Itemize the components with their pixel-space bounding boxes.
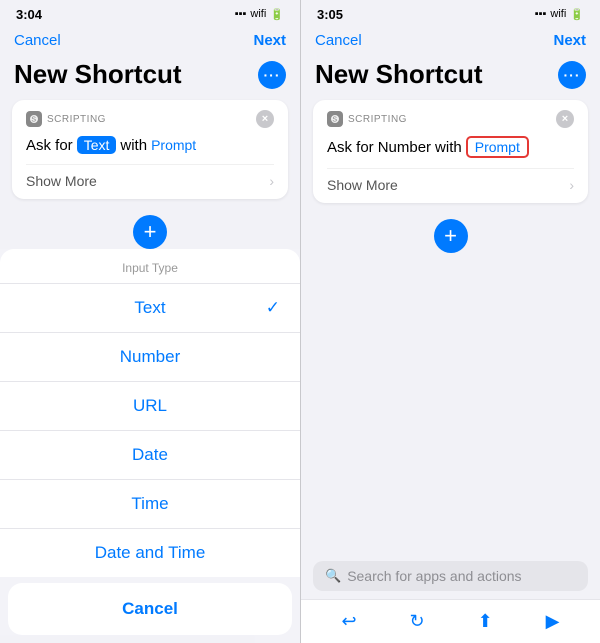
right-show-more-row[interactable]: Show More › <box>327 168 574 193</box>
left-text-tag[interactable]: Text <box>77 136 117 154</box>
right-status-bar: 3:05 ▪▪▪ wifi 🔋 <box>301 0 600 28</box>
right-scripting-icon: S <box>327 111 343 127</box>
toolbar-refresh-icon[interactable]: ↻ <box>410 611 425 632</box>
left-dropdown-title: Input Type <box>0 249 300 283</box>
left-cancel-button[interactable]: Cancel <box>14 32 61 49</box>
right-panel-main: 🔍 Search for apps and actions ↩ ↻ ⬆ ▶ <box>301 269 600 643</box>
left-next-button[interactable]: Next <box>253 32 286 49</box>
right-add-button[interactable]: + <box>434 219 468 253</box>
right-cancel-button[interactable]: Cancel <box>315 32 362 49</box>
right-search-input-row[interactable]: 🔍 Search for apps and actions <box>313 561 588 591</box>
right-close-icon: × <box>562 113 568 125</box>
right-status-time: 3:05 <box>317 7 343 22</box>
right-card-header: S SCRIPTING × <box>327 110 574 128</box>
left-show-more-row[interactable]: Show More › <box>26 164 274 189</box>
dropdown-item-time[interactable]: Time <box>0 480 300 529</box>
signal-icon: ▪▪▪ <box>235 8 247 20</box>
dropdown-cancel-section: Cancel <box>8 583 292 635</box>
left-scripting-label: S SCRIPTING <box>26 111 106 127</box>
left-page-title: New Shortcut <box>14 59 182 90</box>
right-search-placeholder: Search for apps and actions <box>347 568 521 584</box>
right-ask-for-text: Ask for <box>327 139 374 156</box>
right-prompt-tag[interactable]: Prompt <box>466 136 529 158</box>
left-show-more-text: Show More <box>26 173 97 189</box>
scripting-icon: S <box>26 111 42 127</box>
left-status-time: 3:04 <box>16 7 42 22</box>
dropdown-item-number[interactable]: Number <box>0 333 300 382</box>
right-shortcut-card: S SCRIPTING × Ask for Number with Prompt… <box>313 100 588 203</box>
right-add-icon: + <box>444 225 457 247</box>
right-more-dots-icon: ··· <box>564 67 581 83</box>
right-next-button[interactable]: Next <box>553 32 586 49</box>
right-add-btn-row: + <box>301 203 600 269</box>
right-wifi-icon: wifi <box>550 8 566 20</box>
right-card-close-button[interactable]: × <box>556 110 574 128</box>
left-more-button[interactable]: ··· <box>258 61 286 89</box>
right-title-row: New Shortcut ··· <box>301 57 600 100</box>
right-status-icons: ▪▪▪ wifi 🔋 <box>535 8 584 21</box>
dropdown-cancel-button[interactable]: Cancel <box>8 583 292 635</box>
right-chevron-icon: › <box>569 177 574 193</box>
left-shortcut-card: S SCRIPTING × Ask for Text with Prompt S… <box>12 100 288 199</box>
right-bottom-toolbar: ↩ ↻ ⬆ ▶ <box>301 599 600 643</box>
more-dots-icon: ··· <box>264 67 281 83</box>
svg-text:S: S <box>332 117 337 124</box>
toolbar-share-icon[interactable]: ⬆ <box>478 611 493 632</box>
left-chevron-icon: › <box>269 173 274 189</box>
right-battery-icon: 🔋 <box>570 8 584 21</box>
add-icon: + <box>144 221 157 243</box>
left-panel: 3:04 ▪▪▪ wifi 🔋 Cancel Next New Shortcut… <box>0 0 300 643</box>
dropdown-item-text[interactable]: Text ✓ <box>0 284 300 333</box>
left-dropdown-menu: Input Type Text ✓ Number URL Date Time D… <box>0 249 300 577</box>
left-add-button[interactable]: + <box>133 215 167 249</box>
checkmark-icon: ✓ <box>266 298 280 318</box>
with-text: with <box>120 137 147 154</box>
right-more-button[interactable]: ··· <box>558 61 586 89</box>
dropdown-item-datetime[interactable]: Date and Time <box>0 529 300 577</box>
right-search-bar: 🔍 Search for apps and actions <box>301 553 600 599</box>
left-dropdown-overlay: Input Type Text ✓ Number URL Date Time D… <box>0 249 300 643</box>
right-search-icon: 🔍 <box>325 568 341 584</box>
left-status-bar: 3:04 ▪▪▪ wifi 🔋 <box>0 0 300 28</box>
right-scripting-label: S SCRIPTING <box>327 111 407 127</box>
left-card-close-button[interactable]: × <box>256 110 274 128</box>
left-status-icons: ▪▪▪ wifi 🔋 <box>235 8 284 21</box>
svg-text:S: S <box>31 117 36 124</box>
close-icon: × <box>262 113 268 125</box>
ask-for-text: Ask for <box>26 137 73 154</box>
right-number-tag[interactable]: Number <box>378 139 431 156</box>
battery-icon: 🔋 <box>270 8 284 21</box>
toolbar-history-icon[interactable]: ↩ <box>341 611 356 632</box>
right-nav-bar: Cancel Next <box>301 28 600 57</box>
left-title-row: New Shortcut ··· <box>0 57 300 100</box>
dropdown-item-url[interactable]: URL <box>0 382 300 431</box>
dropdown-item-date[interactable]: Date <box>0 431 300 480</box>
right-card-content: Ask for Number with Prompt <box>327 136 574 158</box>
left-prompt-tag[interactable]: Prompt <box>151 137 196 153</box>
wifi-icon: wifi <box>250 8 266 20</box>
right-show-more-text: Show More <box>327 177 398 193</box>
toolbar-send-icon[interactable]: ▶ <box>546 611 560 632</box>
right-with-text: with <box>435 139 462 156</box>
left-card-header: S SCRIPTING × <box>26 110 274 128</box>
right-page-title: New Shortcut <box>315 59 483 90</box>
left-card-content: Ask for Text with Prompt <box>26 136 274 154</box>
left-nav-bar: Cancel Next <box>0 28 300 57</box>
right-panel: 3:05 ▪▪▪ wifi 🔋 Cancel Next New Shortcut… <box>300 0 600 643</box>
right-signal-icon: ▪▪▪ <box>535 8 547 20</box>
